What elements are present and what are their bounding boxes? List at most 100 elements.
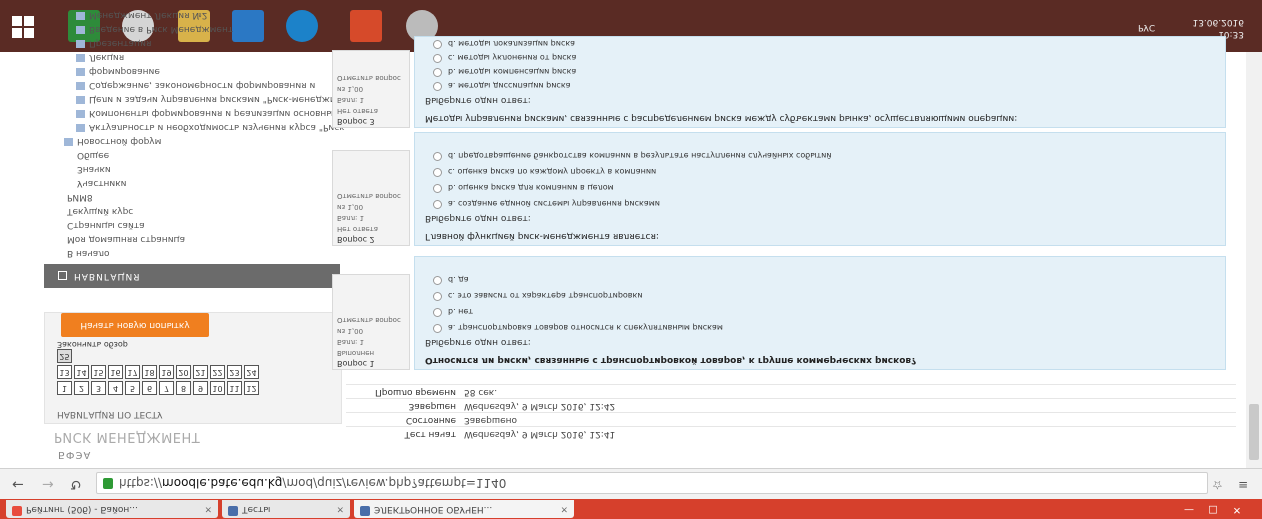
tab-tests[interactable]: Тесты × [222, 500, 350, 518]
answer-option[interactable]: d. предотвращение банкротства компании в… [433, 151, 832, 161]
question-nav-button[interactable]: 23 [227, 365, 242, 379]
summary-value: 58 сек. [464, 387, 498, 397]
nav-item[interactable]: Общее [54, 148, 370, 162]
nav-item[interactable]: Участники [54, 176, 370, 190]
question-text: Главной функцией риск-менеджмента являет… [425, 231, 659, 241]
answer-option[interactable]: d. да [433, 275, 469, 285]
site-brand[interactable]: БФЭА [58, 449, 91, 460]
quiz-navigation-block: НАВИГАЦИЯ ПО ТЕСТУ 1 2 3 4 5 6 7 8 9 10 11 12 13 14 1… [44, 312, 342, 424]
answer-option[interactable]: d. методы локализации риска [433, 39, 575, 49]
nav-item[interactable]: Новостной форум [54, 134, 370, 148]
question-nav-button[interactable]: 14 [74, 365, 89, 379]
collapse-icon[interactable] [58, 271, 67, 280]
nav-item-label: РИМ8 [67, 192, 93, 202]
question-nav-button[interactable]: 20 [176, 365, 191, 379]
attempt-summary-table: Тест начат Wednesday, 9 March 2016, 12:41… [346, 384, 1236, 440]
nav-item[interactable]: Моя домашняя страница [54, 232, 370, 246]
navigation-header[interactable]: НАВИГАЦИЯ [44, 264, 340, 288]
answer-option[interactable]: c. это зависит от характера транспортиро… [433, 291, 643, 301]
radio-icon[interactable] [433, 82, 442, 91]
question-nav-button[interactable]: 17 [125, 365, 140, 379]
nav-item[interactable]: Страницы сайта [54, 218, 370, 232]
menu-icon[interactable]: ≡ [1238, 478, 1248, 492]
nav-item[interactable]: формирование [54, 64, 370, 78]
language-indicator[interactable]: РУС [1138, 22, 1155, 32]
radio-icon[interactable] [433, 40, 442, 49]
close-window-icon[interactable]: ✕ [1230, 503, 1244, 515]
answer-option[interactable]: a. транспортировка товаров относится к с… [433, 323, 723, 333]
nav-item-label: формирование [89, 66, 160, 76]
question-nav-button[interactable]: 22 [210, 365, 225, 379]
nav-item-label: Страницы сайта [67, 220, 145, 230]
radio-icon[interactable] [433, 168, 442, 177]
tab-rating[interactable]: Рейтинг (50б) - Бaйoн... × [6, 500, 218, 518]
nav-item[interactable]: Содержание, закономерности формирования … [54, 78, 370, 92]
scrollbar-thumb[interactable] [1249, 404, 1259, 460]
nav-item[interactable]: Текущий курс [54, 204, 370, 218]
answer-option[interactable]: a. методы диссипации риска [433, 81, 571, 91]
question-nav-button[interactable]: 24 [244, 365, 259, 379]
course-title[interactable]: РИСК МЕНЕДЖМЕНТ [54, 429, 200, 444]
question-number: Вопрос 3 [337, 117, 375, 126]
option-label: a. методы диссипации риска [448, 81, 571, 90]
flag-question-link[interactable]: Отметить вопрос [333, 190, 409, 201]
question-nav-button[interactable]: 18 [142, 365, 157, 379]
answer-prompt: Выберите один ответ: [425, 95, 531, 105]
radio-icon[interactable] [433, 308, 442, 317]
close-icon[interactable]: × [560, 500, 568, 518]
summary-key: Завершен [408, 401, 457, 411]
nav-item[interactable]: Актуальность и необходимость изучения ку… [54, 120, 370, 134]
bookmark-star-icon[interactable]: ☆ [1212, 478, 1223, 492]
nav-item[interactable]: Лекция [54, 50, 370, 64]
answer-option[interactable]: c. оценка риска по каждому проекту в ком… [433, 167, 656, 177]
question-nav-button[interactable]: 15 [91, 365, 106, 379]
close-icon[interactable]: × [336, 500, 344, 518]
radio-icon[interactable] [433, 152, 442, 161]
question-row-2: 13 14 15 16 17 18 19 20 21 22 23 24 [57, 365, 261, 385]
finish-review-link[interactable]: Закончить обзор [57, 340, 128, 349]
answer-option[interactable]: b. нет [433, 307, 473, 317]
maximize-icon[interactable]: □ [1206, 503, 1220, 515]
nav-item[interactable]: Введение в Риск Менеджмент [54, 22, 370, 36]
nav-item[interactable]: Значки [54, 162, 370, 176]
flag-question-link[interactable]: Отметить вопрос [333, 72, 409, 83]
radio-icon[interactable] [433, 68, 442, 77]
url-input[interactable]: https://moodle.bate.edu.kg/mod/quiz/revi… [96, 472, 1208, 494]
nav-item[interactable]: Компоненты формирования и реализации осн… [54, 106, 370, 120]
new-attempt-button[interactable]: Начать новую попытку [61, 313, 209, 337]
radio-icon[interactable] [433, 200, 442, 209]
reload-icon[interactable]: ↻ [70, 476, 82, 492]
answer-option[interactable]: c. методы уклонения от риска [433, 53, 576, 63]
summary-row: Прошло времени 58 сек. [346, 384, 1236, 398]
close-icon[interactable]: × [204, 500, 212, 518]
scrollbar[interactable] [1246, 52, 1262, 468]
radio-icon[interactable] [433, 54, 442, 63]
question-nav-button[interactable]: 16 [108, 365, 123, 379]
forward-icon[interactable]: → [42, 476, 54, 492]
radio-icon[interactable] [433, 184, 442, 193]
answer-option[interactable]: b. методы компенсации риска [433, 67, 576, 77]
radio-icon[interactable] [433, 276, 442, 285]
answer-option[interactable]: a. создание единой системы управления ри… [433, 199, 660, 209]
question-nav-button[interactable]: 25 [57, 349, 72, 363]
tab-elearning[interactable]: ЭЛЕКТРОННОЕ ОБУЧЕН... × [354, 500, 574, 518]
nav-item[interactable]: РИМ8 [54, 190, 370, 204]
question-nav-button[interactable]: 19 [159, 365, 174, 379]
document-icon [76, 124, 85, 132]
back-icon[interactable]: ← [12, 476, 24, 492]
radio-icon[interactable] [433, 292, 442, 301]
flag-question-link[interactable]: Отметить вопрос [333, 314, 409, 325]
navigation-tree: В начало Моя домашняя страница Страницы са… [54, 8, 370, 260]
nav-item[interactable]: Цели и задачи управления рисками "Риск-м… [54, 92, 370, 106]
radio-icon[interactable] [433, 324, 442, 333]
question-nav-button[interactable]: 21 [193, 365, 208, 379]
windows-start-icon[interactable] [12, 16, 34, 38]
nav-item[interactable]: Менеджмент Лекция №2 [54, 8, 370, 22]
minimize-icon[interactable]: — [1182, 503, 1196, 515]
question-info: Вопрос 2 Нет ответа Балл: 1 из 1,00 Отме… [332, 150, 410, 246]
question-number: Вопрос 2 [337, 235, 375, 244]
nav-item[interactable]: В начало [54, 246, 370, 260]
mirrored-screen: РУС 10:33 13.06.2016 Рейтинг (50б) - Бaй… [0, 0, 1262, 519]
answer-option[interactable]: b. оценка риска для компании в целом [433, 183, 614, 193]
nav-item[interactable]: Презентация [54, 36, 370, 50]
